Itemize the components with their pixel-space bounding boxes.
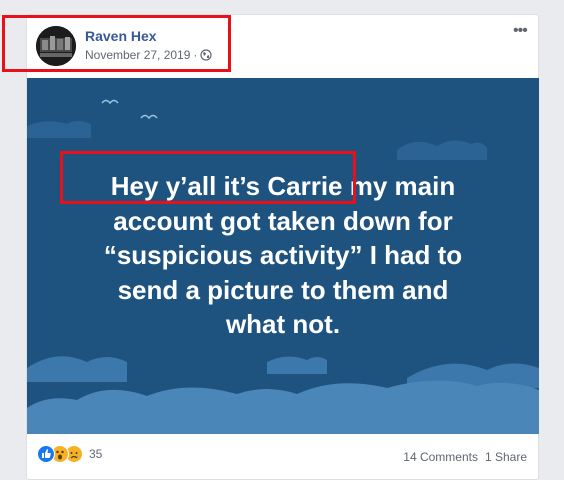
banner-line: send a picture to them and [117, 274, 449, 305]
cloud-shape [267, 356, 327, 374]
text-highlight-box [60, 151, 356, 204]
cloud-shape [27, 356, 127, 382]
cloud-shape [27, 121, 91, 138]
reactions-summary[interactable]: 35 [37, 445, 102, 463]
shares-link[interactable]: 1 Share [485, 450, 527, 464]
bird-icon [101, 99, 119, 105]
author-highlight-box [2, 15, 231, 72]
banner-line: “suspicious activity” I had to [103, 240, 463, 270]
cloud-shape [27, 380, 539, 434]
reaction-count: 35 [89, 447, 103, 461]
banner-line: account got taken down for [113, 205, 453, 236]
more-options-button[interactable]: ••• [513, 23, 528, 39]
cloud-shape [397, 140, 487, 160]
comments-link[interactable]: 14 Comments [403, 450, 478, 464]
engagement-stats: 14 Comments 1 Share [403, 450, 527, 464]
bird-icon [140, 114, 158, 120]
like-icon [37, 445, 55, 463]
status-banner: Hey y’all it’s Carrie my main account go… [27, 78, 539, 434]
banner-line: what not. [225, 309, 341, 339]
